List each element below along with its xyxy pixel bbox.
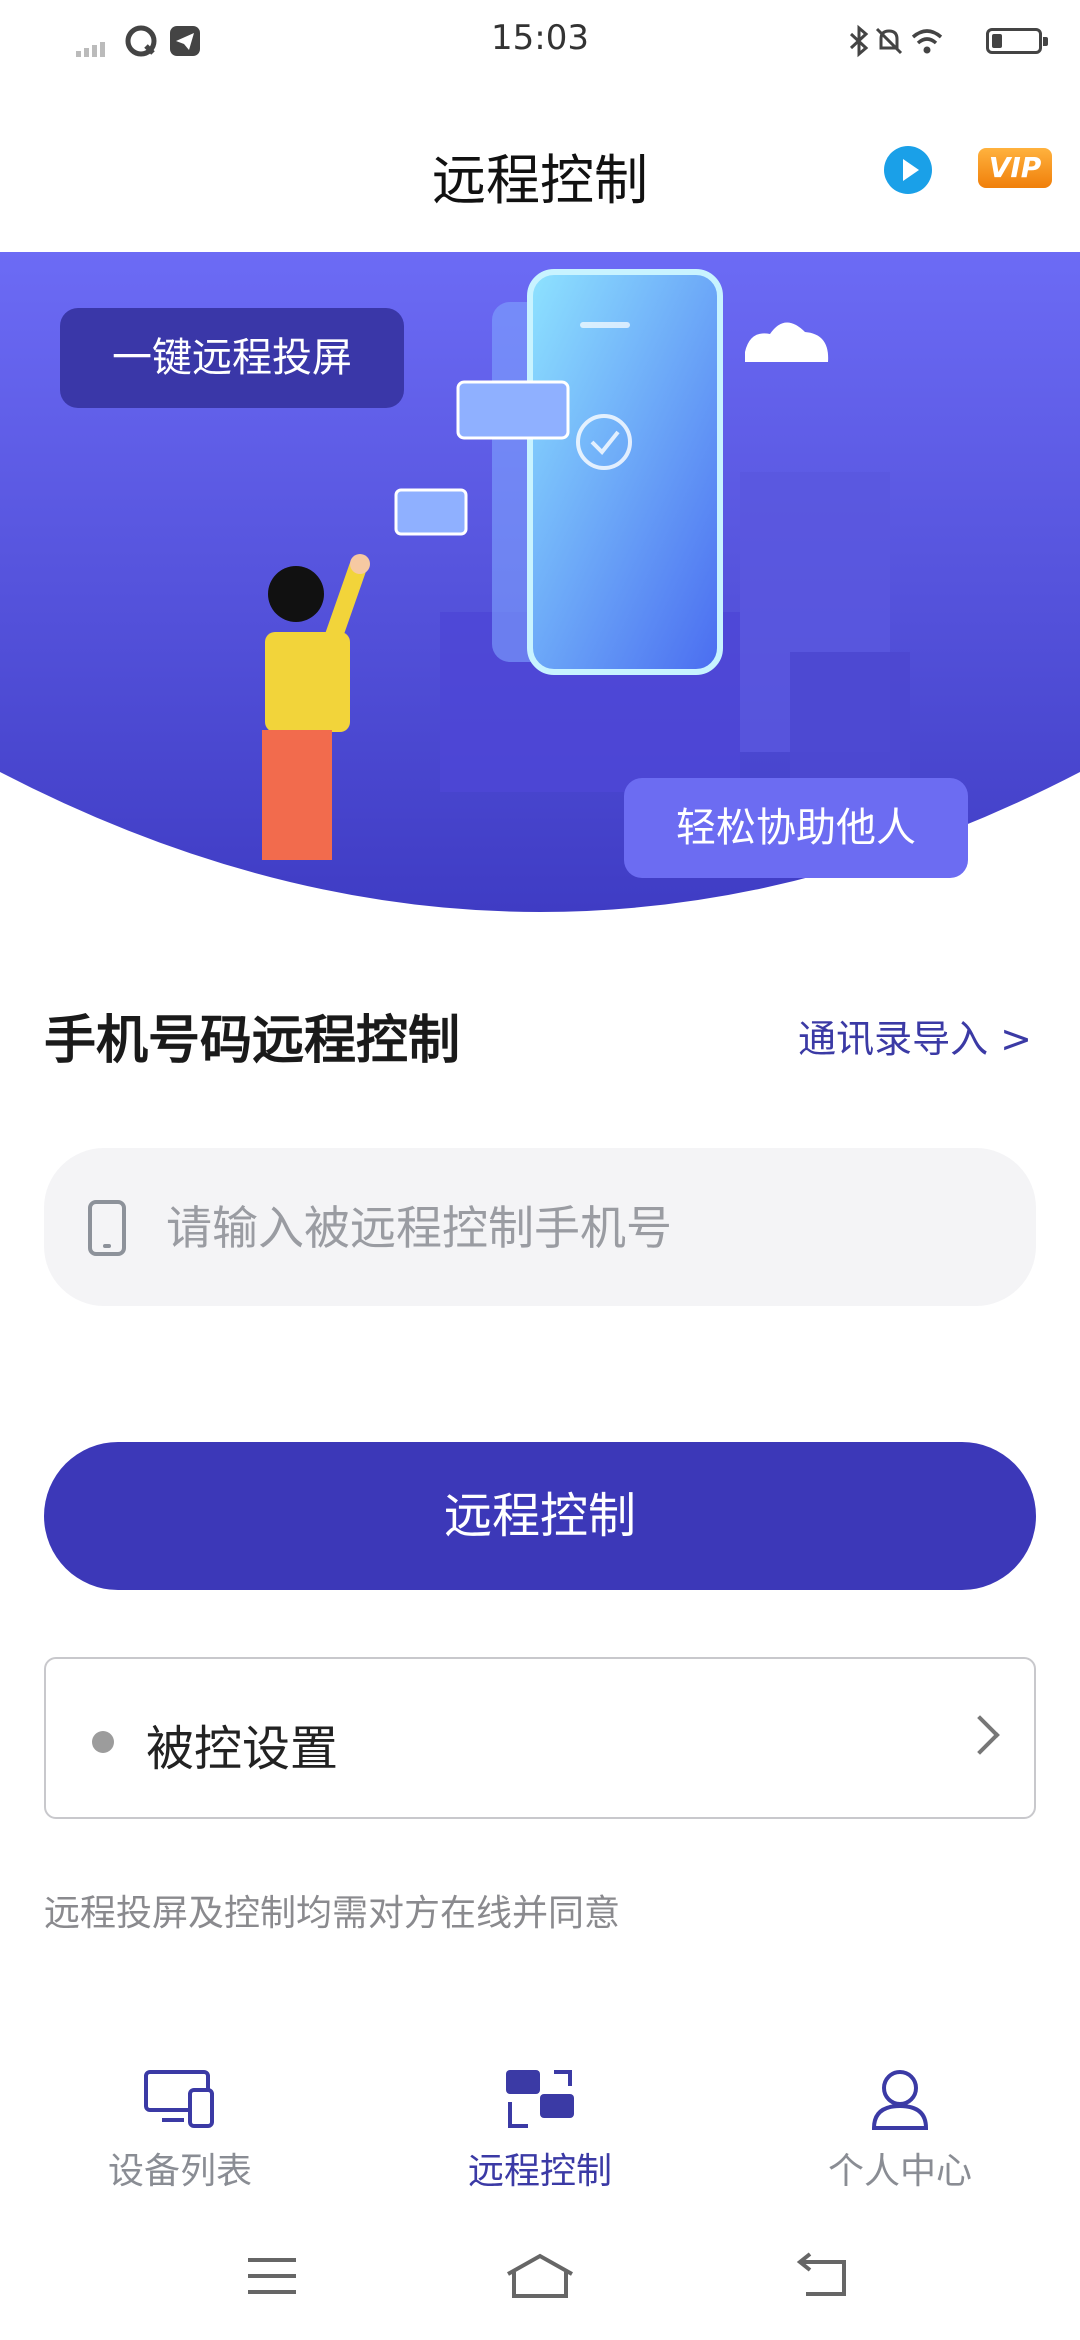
bluetooth-icon [849,24,869,58]
tab-remote-control[interactable]: 远程控制 [360,2050,720,2210]
tab-label: 个人中心 [827,2151,972,2192]
consent-notice: 远程投屏及控制均需对方在线并同意 [44,1893,621,1934]
section-title: 手机号码远程控制 [44,1011,461,1071]
chevron-right-icon [960,1715,1000,1755]
play-tutorial-icon[interactable] [884,146,932,194]
devices-icon [144,2070,214,2128]
menu-icon[interactable] [244,2252,300,2302]
wifi-icon [911,29,943,54]
top-bar: 远程控制 VIP [0,86,1080,252]
person-icon [871,2070,929,2130]
mute-bell-icon [875,27,903,55]
vip-badge[interactable]: VIP [978,148,1052,188]
settings-row-label: 被控设置 [146,1721,339,1777]
hero-banner: 一键远程投屏 轻松协助他人 [0,252,1080,912]
remote-control-button[interactable]: 远程控制 [44,1442,1036,1590]
status-dot-icon [92,1731,114,1753]
battery-icon [986,28,1048,54]
contacts-import-link[interactable]: 通讯录导入 > [798,1008,1032,1063]
tab-label: 远程控制 [467,2151,612,2192]
phone-icon [88,1200,126,1256]
remote-control-icon [506,2070,574,2128]
bottom-tab-bar: 设备列表 远程控制 个人中心 [0,2050,1080,2210]
tab-device-list[interactable]: 设备列表 [0,2050,360,2210]
controlled-settings-row[interactable]: 被控设置 [44,1657,1036,1819]
tab-label: 设备列表 [107,2151,252,2192]
back-icon[interactable] [794,2252,850,2302]
banner-tag-screencast: 一键远程投屏 [60,308,404,408]
phone-number-input[interactable] [164,1148,1008,1308]
status-bar: 15:03 [0,0,1080,86]
banner-tag-assist: 轻松协助他人 [624,778,968,878]
phone-input-container[interactable] [44,1148,1036,1308]
system-nav-bar [0,2230,1080,2340]
tab-personal-center[interactable]: 个人中心 [720,2050,1080,2210]
home-icon[interactable] [504,2252,576,2302]
